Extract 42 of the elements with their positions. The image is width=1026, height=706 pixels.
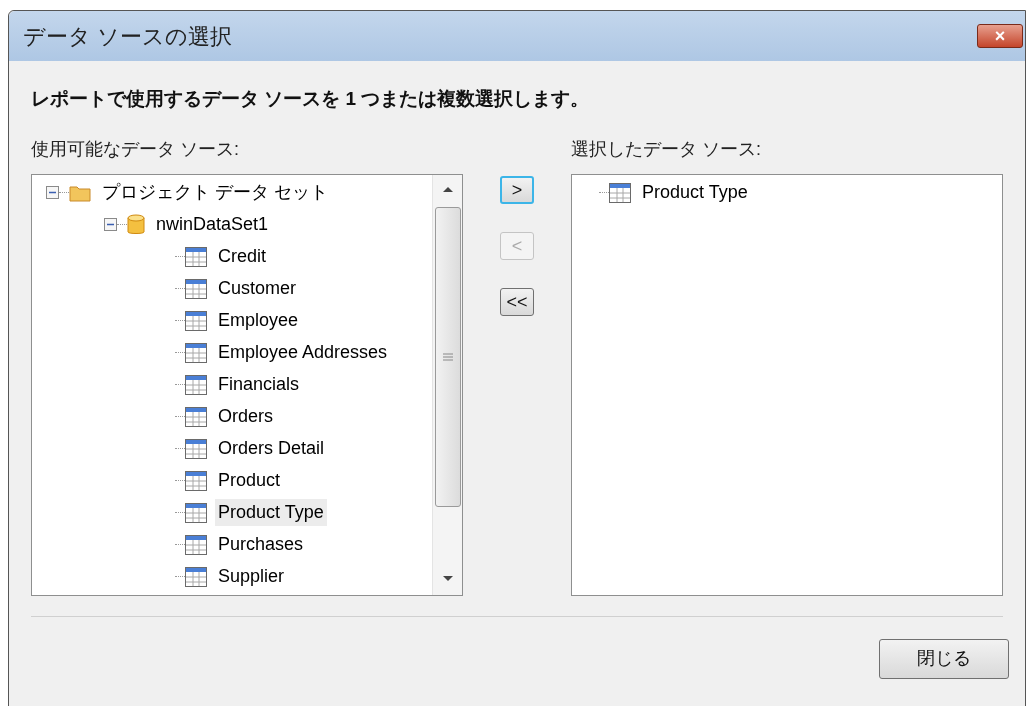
collapse-icon[interactable] xyxy=(104,218,117,231)
tree-item[interactable]: Orders Detail xyxy=(215,435,328,462)
table-icon xyxy=(185,310,207,331)
close-dialog-button[interactable]: 閉じる xyxy=(879,638,1009,679)
table-icon xyxy=(185,278,207,299)
folder-icon xyxy=(69,183,91,202)
tree-item[interactable]: Supplier xyxy=(215,563,288,590)
table-icon xyxy=(185,566,207,587)
table-icon xyxy=(185,374,207,395)
table-icon xyxy=(185,470,207,491)
list-label: 使用可能なデータ ソース: xyxy=(31,137,240,161)
tree-item[interactable]: Financials xyxy=(215,371,303,398)
tree-item[interactable]: Product Type xyxy=(215,499,327,526)
tree-item[interactable]: Purchases xyxy=(215,531,307,558)
scroll-down-icon[interactable] xyxy=(441,574,454,583)
tree-item[interactable]: Employee xyxy=(215,307,302,334)
tree-item[interactable]: Product xyxy=(215,467,284,494)
grip-icon xyxy=(442,351,453,362)
tree-item[interactable]: Credit xyxy=(215,243,269,270)
tree-item[interactable]: プロジェクト データ セット xyxy=(99,179,331,206)
cylinder-icon xyxy=(127,213,145,236)
instruction-text: レポートで使用するデータ ソースを 1 つまたは複数選択します。 xyxy=(31,87,591,111)
scrollbar[interactable] xyxy=(432,174,462,595)
scroll-up-icon[interactable] xyxy=(441,184,454,193)
table-icon xyxy=(185,342,207,363)
table-icon xyxy=(185,246,207,267)
tree-item[interactable]: Orders xyxy=(215,403,276,430)
move-button[interactable]: << xyxy=(500,287,534,316)
tree-item[interactable]: Product Type xyxy=(639,179,751,206)
table-icon xyxy=(609,182,631,203)
table-icon xyxy=(185,438,207,459)
move-button[interactable]: > xyxy=(500,175,534,204)
tree-item[interactable]: Customer xyxy=(215,275,300,302)
tree-item[interactable]: Employee Addresses xyxy=(215,339,391,366)
table-icon xyxy=(185,534,207,555)
table-icon xyxy=(185,502,207,523)
table-icon xyxy=(185,406,207,427)
list-label: 選択したデータ ソース: xyxy=(571,137,762,161)
window-title: データ ソースの選択 xyxy=(23,22,233,51)
scroll-thumb[interactable] xyxy=(434,206,461,507)
tree-item[interactable]: nwinDataSet1 xyxy=(153,211,272,238)
collapse-icon[interactable] xyxy=(46,186,59,199)
